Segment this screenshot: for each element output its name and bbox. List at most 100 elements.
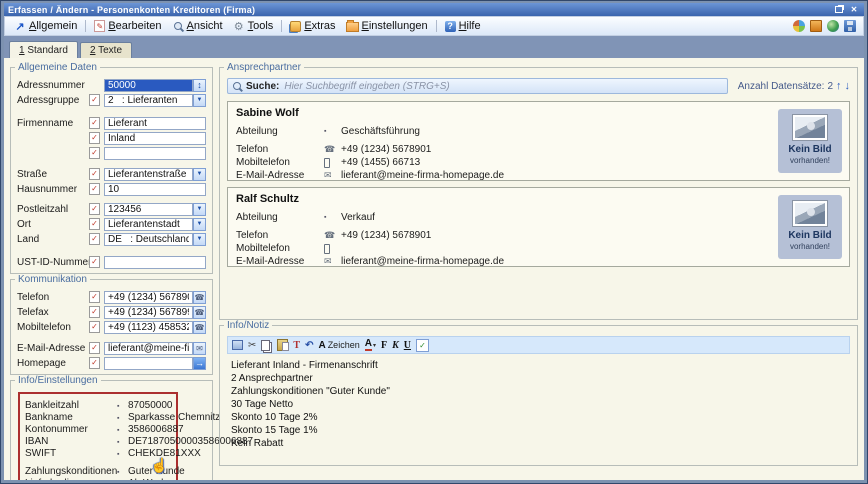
font-style-icon[interactable]: T (293, 339, 300, 352)
edit-pencil-icon (94, 20, 105, 32)
bullet-icon (117, 466, 128, 477)
edit-note-icon[interactable] (416, 339, 429, 352)
menu-einstellungen[interactable]: Einstellungen (341, 18, 433, 34)
spinner-button[interactable] (193, 79, 206, 92)
menu-separator (436, 20, 437, 32)
modified-check-icon (89, 168, 100, 180)
group-info-notiz: Info/Notiz ✂ T ↶ AZeichen A▾ F K U Lief (219, 325, 858, 466)
hausnummer-input[interactable] (104, 183, 206, 196)
note-line: Zahlungskonditionen "Guter Kunde" (231, 385, 846, 398)
menu-extras[interactable]: Extras (285, 18, 340, 34)
dropdown-button[interactable] (193, 233, 206, 246)
character-format-button[interactable]: AZeichen (318, 339, 359, 352)
modified-check-icon (89, 183, 100, 195)
dropdown-button[interactable] (193, 218, 206, 231)
note-line: Skonto 10 Tage 2% (231, 411, 846, 424)
contact-row-telefon: Telefon+49 (1234) 5678901 (236, 229, 841, 242)
copy-icon[interactable] (261, 340, 270, 351)
bullet-icon (117, 436, 128, 447)
next-record-button[interactable] (845, 81, 851, 92)
homepage-input[interactable] (104, 357, 193, 370)
dial-button[interactable] (193, 291, 206, 304)
package-icon[interactable] (810, 20, 822, 32)
firmenname-input-1[interactable] (104, 117, 206, 130)
firmenname-input-3[interactable] (104, 147, 206, 160)
modified-check-icon (89, 291, 100, 303)
menu-ansicht[interactable]: Ansicht (167, 18, 228, 34)
postleitzahl-input[interactable] (104, 203, 193, 216)
contact-row-abteilung: AbteilungGeschäftsführung (236, 125, 841, 138)
menu-bearbeiten[interactable]: Bearbeiten (89, 18, 166, 34)
no-image-placeholder[interactable]: Kein Bild vorhanden! (778, 195, 842, 259)
email-input[interactable] (104, 342, 193, 355)
contact-row-telefon: Telefon+49 (1234) 5678901 (236, 143, 841, 156)
bullet-icon (117, 424, 128, 435)
menu-tools[interactable]: Tools (228, 18, 279, 34)
modified-check-icon (89, 94, 100, 106)
italic-icon[interactable]: K (392, 339, 399, 352)
modified-check-icon (89, 218, 100, 230)
group-info-einstellungen: Info/Einstellungen Bankleitzahl87050000 … (10, 380, 213, 480)
paste-icon[interactable] (277, 339, 288, 351)
dropdown-button[interactable] (193, 203, 206, 216)
field-strasse: Straße (17, 167, 206, 181)
group-ansprechpartner: Ansprechpartner Suche: Hier Suchbegriff … (219, 67, 858, 320)
bullet-icon (117, 400, 128, 411)
strasse-input[interactable] (104, 168, 193, 181)
mobiltelefon-input[interactable] (104, 321, 193, 334)
contact-row-mobiltelefon: Mobiltelefon (236, 242, 841, 255)
dropdown-button[interactable] (193, 168, 206, 181)
globe-icon[interactable] (827, 20, 839, 32)
dropdown-button[interactable] (193, 94, 206, 107)
sync-pinwheel-icon[interactable] (793, 20, 805, 32)
undo-icon[interactable]: ↶ (305, 339, 313, 352)
note-line: 2 Ansprechpartner (231, 372, 846, 385)
menu-allgemein[interactable]: Allgemein (9, 18, 82, 34)
hand-cursor-icon: ☝ (151, 457, 168, 474)
titlebar[interactable]: Erfassen / Ändern - Personenkonten Kredi… (4, 3, 864, 16)
font-color-icon[interactable]: A▾ (365, 339, 376, 352)
adressgruppe-input[interactable] (104, 94, 193, 107)
search-row: Suche: Hier Suchbegriff eingeben (STRG+S… (227, 78, 850, 94)
send-mail-button[interactable] (193, 342, 206, 355)
ust-id-input[interactable] (104, 256, 206, 269)
telefon-input[interactable] (104, 291, 193, 304)
restore-button[interactable] (833, 5, 845, 15)
gear-icon (233, 20, 245, 32)
close-button[interactable] (848, 5, 860, 15)
previous-record-button[interactable] (836, 81, 842, 92)
tab-texte[interactable]: 2 Texte (80, 42, 132, 58)
dial-button[interactable] (193, 321, 206, 334)
mail-icon (324, 170, 341, 181)
field-ust-id: UST-ID-Nummer (17, 255, 206, 269)
search-input[interactable]: Suche: Hier Suchbegriff eingeben (STRG+S… (227, 78, 728, 94)
tab-standard[interactable]: 1 Standard (9, 41, 78, 58)
field-adressgruppe: Adressgruppe (17, 93, 206, 107)
bullet-icon (324, 128, 341, 135)
no-image-placeholder[interactable]: Kein Bild vorhanden! (778, 109, 842, 173)
note-textarea[interactable]: Lieferant Inland - Firmenanschrift 2 Ans… (227, 357, 850, 461)
contact-row-email: E-Mail-Adresselieferant@meine-firma-home… (236, 169, 841, 182)
tab-bar: 1 Standard 2 Texte (4, 36, 864, 58)
menu-hilfe[interactable]: Hilfe (440, 18, 486, 34)
field-postleitzahl: Postleitzahl (17, 202, 206, 216)
ort-input[interactable] (104, 218, 193, 231)
land-input[interactable] (104, 233, 193, 246)
bold-icon[interactable]: F (381, 339, 387, 352)
menu-separator (281, 20, 282, 32)
group-legend: Info/Einstellungen (15, 375, 101, 386)
image-thumbnail-icon (792, 200, 828, 227)
save-icon[interactable] (844, 20, 856, 32)
adressnummer-input[interactable] (104, 79, 193, 92)
telefax-input[interactable] (104, 306, 193, 319)
insert-image-icon[interactable] (232, 340, 243, 350)
contact-row-abteilung: AbteilungVerkauf (236, 211, 841, 224)
contact-card-sabine-wolf[interactable]: Sabine Wolf AbteilungGeschäftsführung Te… (227, 101, 850, 181)
field-firmenname-3 (17, 146, 206, 160)
dial-button[interactable] (193, 306, 206, 319)
firmenname-input-2[interactable] (104, 132, 206, 145)
open-homepage-button[interactable] (193, 357, 206, 370)
contact-card-ralf-schultz[interactable]: Ralf Schultz AbteilungVerkauf Telefon+49… (227, 187, 850, 267)
cut-icon[interactable]: ✂ (248, 339, 256, 352)
underline-icon[interactable]: U (404, 339, 411, 352)
